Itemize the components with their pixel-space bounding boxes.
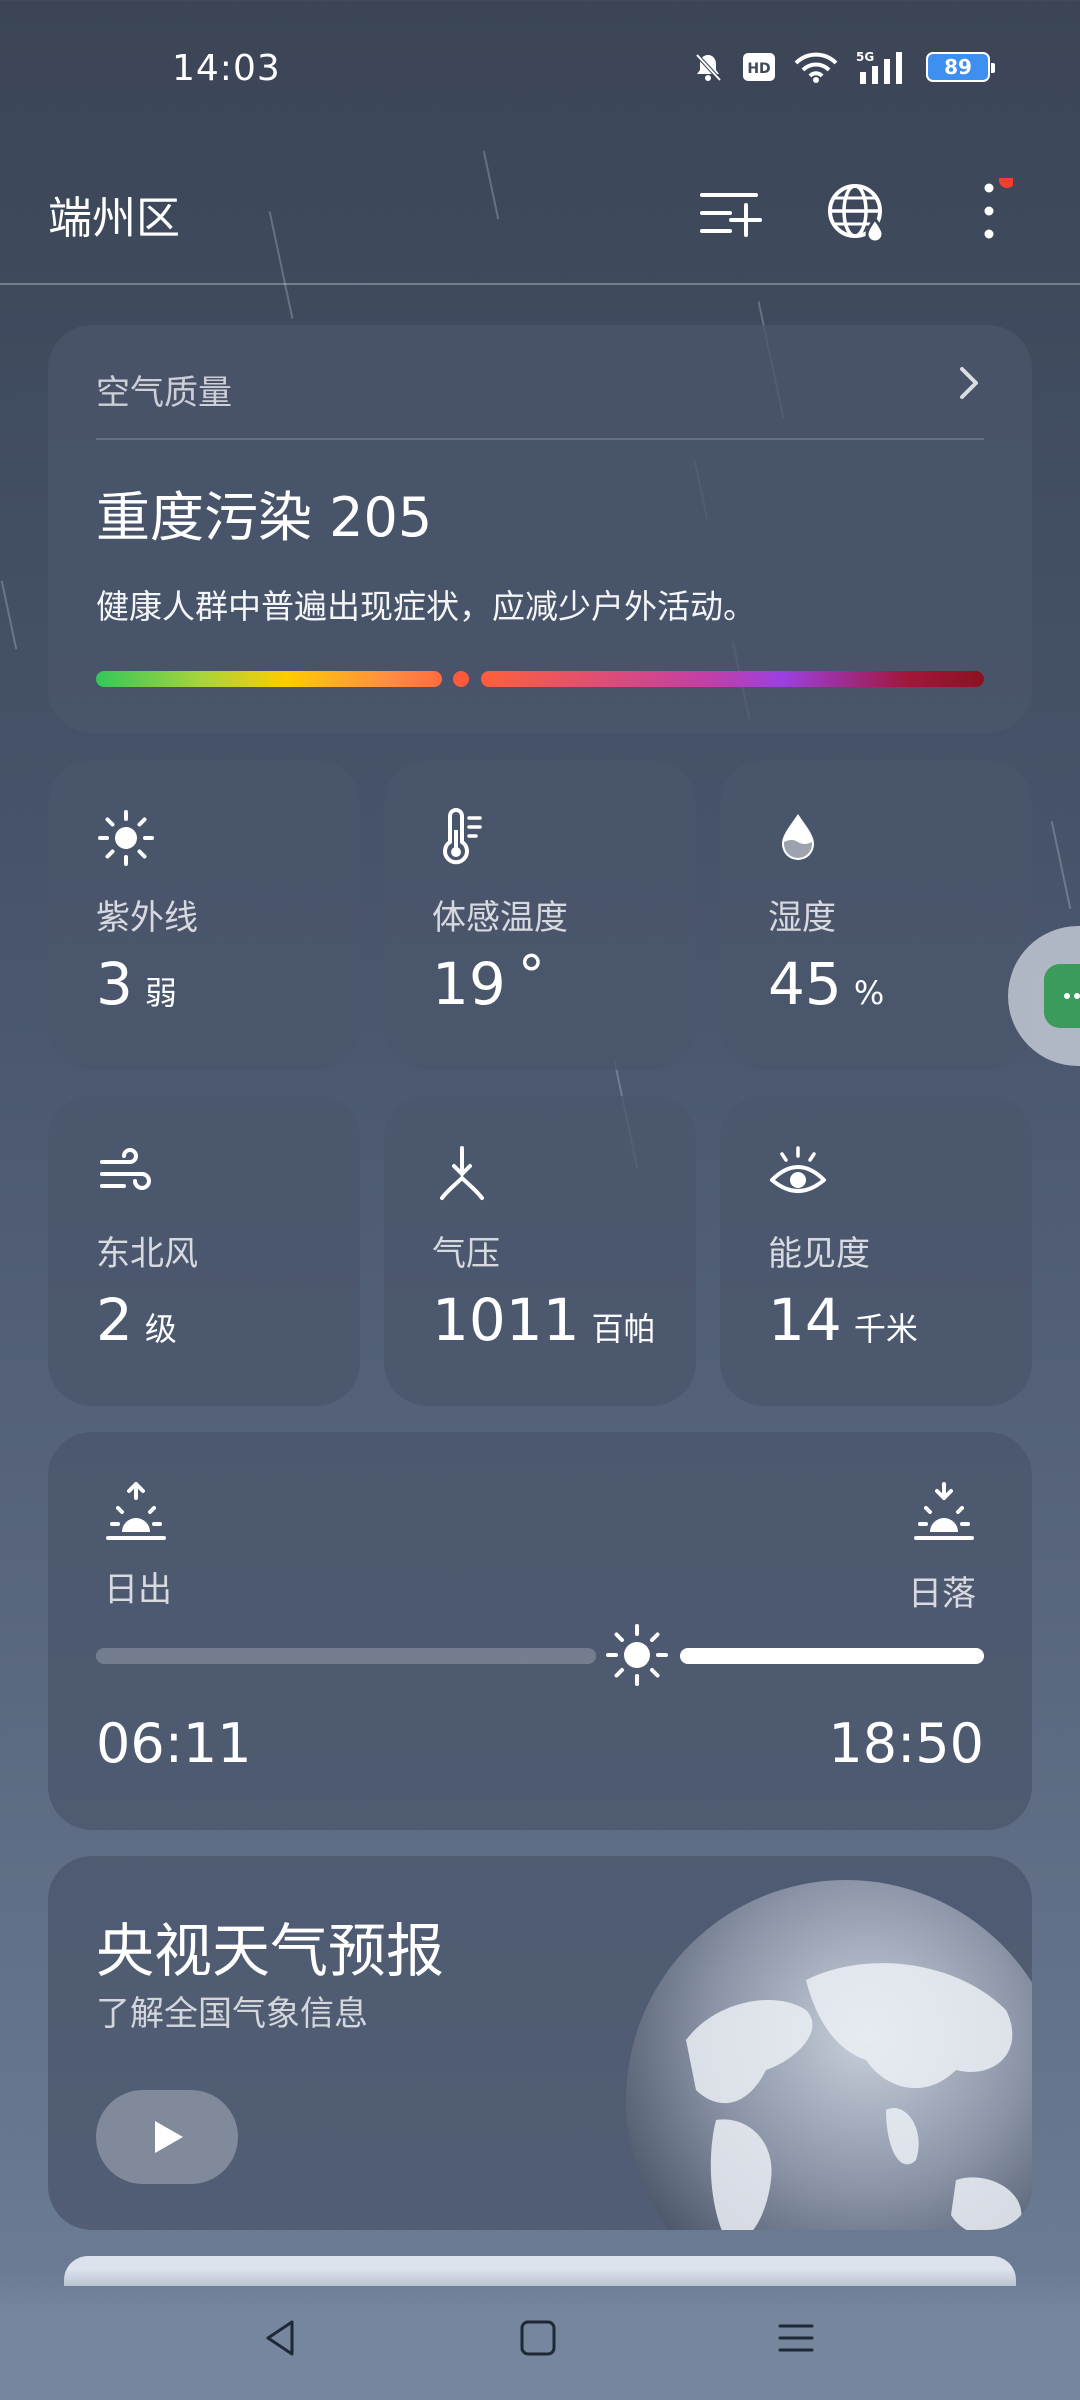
- navigation-bar: [0, 2270, 1080, 2400]
- aqi-scale-low: [96, 671, 442, 687]
- sunset-time: 18:50: [828, 1712, 984, 1775]
- tile-number: 3: [96, 950, 133, 1018]
- aqi-title: 空气质量: [96, 373, 232, 413]
- nav-home-button[interactable]: [508, 2308, 568, 2368]
- pressure-icon: [440, 1146, 484, 1200]
- network-type-label: 5G: [856, 50, 874, 64]
- mute-bell-icon: [692, 51, 724, 83]
- cctv-title: 央视天气预报: [96, 1917, 445, 1985]
- status-icons: HD 5G 89: [692, 50, 995, 84]
- aqi-scale-high: [481, 671, 984, 687]
- tile-wind[interactable]: 东北风 2 级: [48, 1096, 360, 1406]
- tile-unit: 千米: [853, 1310, 918, 1348]
- tile-visibility[interactable]: 能见度 14 千米: [720, 1096, 1032, 1406]
- tile-feels-like[interactable]: 体感温度 19 °: [384, 760, 696, 1070]
- wifi-icon: [794, 51, 838, 83]
- tile-value: 3 弱: [96, 950, 177, 1018]
- tile-number: 14: [768, 1286, 842, 1354]
- add-city-button[interactable]: [696, 178, 766, 248]
- water-drop-icon: [782, 814, 814, 860]
- header-divider: [0, 283, 1080, 285]
- tile-value: 14 千米: [768, 1286, 918, 1354]
- tile-humidity[interactable]: 湿度 45 %: [720, 760, 1032, 1070]
- status-bar: 14:03 HD 5G 89: [0, 0, 1080, 130]
- tile-unit: 级: [144, 1310, 177, 1348]
- aqi-divider: [96, 438, 984, 440]
- more-icon: [984, 178, 1013, 239]
- sunrise-sunset-card: 日出 日落 06:11 18:50: [48, 1432, 1032, 1830]
- tile-number: 1011: [432, 1286, 580, 1354]
- notification-dot: [999, 178, 1013, 188]
- chat-icon: [1044, 964, 1080, 1028]
- sunrise-time: 06:11: [96, 1712, 252, 1775]
- tile-label: 紫外线: [96, 898, 198, 938]
- sun-position-icon: [606, 1624, 668, 1686]
- tile-value: 19 °: [432, 944, 545, 1018]
- tile-label: 体感温度: [432, 898, 568, 938]
- home-icon: [520, 2320, 556, 2356]
- earth-globe-image: [626, 1880, 1032, 2230]
- play-button[interactable]: [96, 2090, 238, 2184]
- aqi-description: 健康人群中普遍出现症状，应减少户外活动。: [96, 587, 756, 626]
- back-icon: [266, 2320, 294, 2356]
- city-name[interactable]: 端州区: [48, 182, 180, 246]
- globe-rain-icon: [828, 184, 885, 244]
- tile-label: 气压: [432, 1234, 500, 1274]
- sunset-label: 日落: [908, 1574, 976, 1614]
- wind-icon: [100, 1148, 151, 1190]
- tile-unit: °: [517, 944, 545, 1007]
- tile-unit: 百帕: [591, 1310, 656, 1348]
- tile-number: 19: [432, 950, 506, 1018]
- cctv-forecast-card[interactable]: 央视天气预报 了解全国气象信息: [48, 1856, 1032, 2230]
- battery-level: 89: [944, 55, 972, 79]
- status-time: 14:03: [172, 48, 281, 89]
- tile-uv[interactable]: 紫外线 3 弱: [48, 760, 360, 1070]
- tile-unit: %: [853, 974, 885, 1012]
- sun-track-remaining: [680, 1648, 984, 1664]
- tile-value: 45 %: [768, 950, 884, 1018]
- sun-track-elapsed: [96, 1648, 596, 1664]
- aqi-value: 重度污染 205: [96, 486, 433, 549]
- eye-icon: [770, 1146, 826, 1193]
- tile-pressure[interactable]: 气压 1011 百帕: [384, 1096, 696, 1406]
- chevron-right-icon: [960, 367, 978, 399]
- tile-value: 2 级: [96, 1286, 177, 1354]
- play-icon: [155, 2121, 183, 2153]
- recents-icon: [778, 2324, 814, 2352]
- thermometer-icon: [443, 808, 482, 865]
- sunset-icon: [914, 1482, 974, 1540]
- nav-recents-button[interactable]: [766, 2308, 826, 2368]
- svg-text:HD: HD: [747, 61, 770, 77]
- cctv-subtitle: 了解全国气象信息: [96, 1994, 368, 2034]
- sunrise-label: 日出: [104, 1570, 172, 1610]
- header: 端州区: [0, 160, 1080, 285]
- tile-value: 1011 百帕: [432, 1286, 656, 1354]
- sun-icon: [98, 810, 154, 866]
- nav-back-button[interactable]: [250, 2308, 310, 2368]
- tile-label: 东北风: [96, 1234, 198, 1274]
- battery-icon: 89: [926, 52, 995, 82]
- tile-number: 45: [768, 950, 842, 1018]
- tile-number: 2: [96, 1286, 133, 1354]
- tile-unit: 弱: [144, 974, 177, 1012]
- aqi-scale-bar: [96, 671, 984, 687]
- global-weather-button[interactable]: [822, 178, 892, 248]
- tile-label: 能见度: [768, 1234, 870, 1274]
- aqi-indicator: [453, 671, 469, 687]
- signal-icon: 5G: [856, 50, 908, 84]
- more-button[interactable]: [948, 178, 1018, 248]
- hd-icon: HD: [742, 52, 776, 82]
- add-city-icon: [700, 193, 762, 237]
- sunrise-icon: [106, 1482, 166, 1540]
- air-quality-card[interactable]: 空气质量 重度污染 205 健康人群中普遍出现症状，应减少户外活动。: [48, 325, 1032, 733]
- tile-label: 湿度: [768, 898, 836, 938]
